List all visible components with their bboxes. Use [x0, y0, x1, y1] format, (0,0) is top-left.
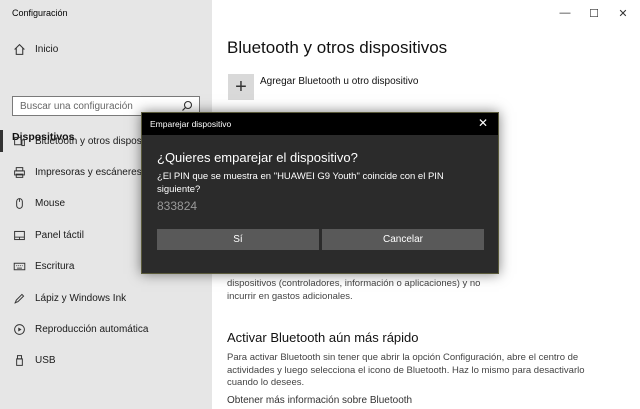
- sidebar-item-label: Impresoras y escáneres: [35, 166, 142, 178]
- printer-icon: [12, 165, 26, 179]
- keyboard-icon: [12, 259, 26, 273]
- sidebar-item-home[interactable]: Inicio: [0, 35, 212, 63]
- search-placeholder: Buscar una configuración: [20, 100, 133, 112]
- pairing-dialog: Emparejar dispositivo ✕ ¿Quieres emparej…: [141, 112, 499, 274]
- page-title: Bluetooth y otros dispositivos: [227, 38, 448, 57]
- yes-button[interactable]: Sí: [157, 229, 319, 250]
- partial-description: dispositivos (controladores, información…: [227, 278, 481, 302]
- maximize-button[interactable]: ☐: [581, 4, 607, 22]
- bluetooth-devices-icon: [12, 134, 26, 148]
- title-bar: Configuración — ☐ ✕: [0, 0, 640, 27]
- sidebar-item-label: USB: [35, 354, 56, 366]
- app-title: Configuración: [12, 8, 68, 18]
- fast-bluetooth-description: Para activar Bluetooth sin tener que abr…: [227, 352, 585, 388]
- add-device-button[interactable]: +: [228, 74, 254, 100]
- sidebar-item-usb[interactable]: USB: [0, 346, 212, 374]
- dialog-title: Emparejar dispositivo: [150, 119, 232, 129]
- sidebar-item-label: Escritura: [35, 260, 75, 272]
- dialog-title-bar: Emparejar dispositivo ✕: [142, 113, 498, 135]
- usb-icon: [12, 353, 26, 367]
- sidebar-item-pen[interactable]: Lápiz y Windows Ink: [0, 284, 212, 312]
- sidebar-home-label: Inicio: [35, 43, 59, 55]
- dialog-close-button[interactable]: ✕: [478, 116, 488, 130]
- add-device-label[interactable]: Agregar Bluetooth u otro dispositivo: [260, 76, 418, 87]
- sidebar-item-label: Reproducción automática: [35, 323, 149, 335]
- dialog-heading: ¿Quieres emparejar el dispositivo?: [157, 150, 358, 165]
- pen-icon: [12, 291, 26, 305]
- dialog-message: ¿El PIN que se muestra en "HUAWEI G9 You…: [157, 171, 444, 195]
- sidebar-item-autoplay[interactable]: Reproducción automática: [0, 315, 212, 343]
- cancel-button[interactable]: Cancelar: [322, 229, 484, 250]
- home-icon: [12, 42, 26, 56]
- sidebar-item-label: Mouse: [35, 197, 66, 209]
- minimize-button[interactable]: —: [552, 4, 578, 22]
- pairing-pin: 833824: [157, 199, 198, 213]
- autoplay-icon: [12, 322, 26, 336]
- touchpad-icon: [12, 228, 26, 242]
- fast-bluetooth-heading: Activar Bluetooth aún más rápido: [227, 330, 419, 345]
- mouse-icon: [12, 196, 26, 210]
- sidebar-item-label: Panel táctil: [35, 229, 84, 241]
- close-window-button[interactable]: ✕: [610, 4, 636, 22]
- more-info-link[interactable]: Obtener más información sobre Bluetooth: [227, 395, 412, 406]
- search-icon: [181, 100, 193, 112]
- plus-icon: +: [235, 75, 247, 98]
- sidebar-item-label: Lápiz y Windows Ink: [35, 292, 127, 304]
- sidebar-item-label: Bluetooth y otros dispositivos: [35, 135, 147, 147]
